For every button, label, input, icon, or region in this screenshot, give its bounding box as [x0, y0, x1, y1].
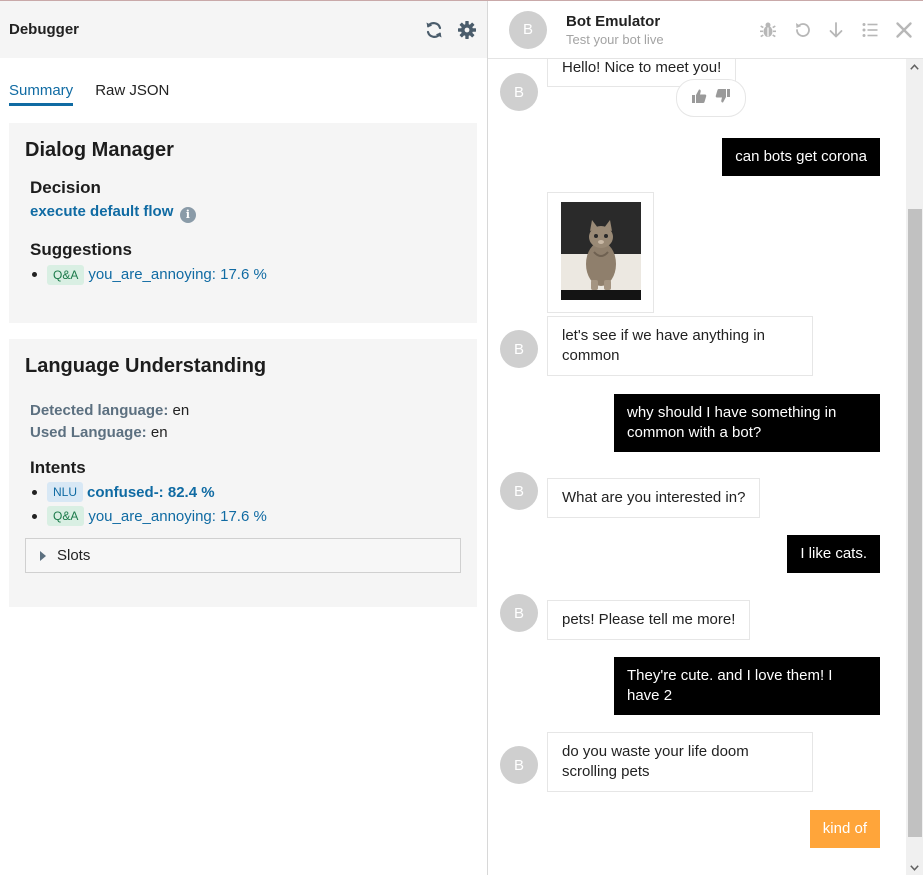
cat-image	[561, 202, 641, 300]
suggestions-heading: Suggestions	[30, 239, 133, 259]
scrollbar-thumb[interactable]	[908, 209, 922, 837]
bullet	[32, 272, 37, 277]
tab-summary[interactable]: Summary	[9, 82, 74, 106]
gear-icon[interactable]	[456, 19, 478, 41]
intent-text: you_are_annoying: 17.6 %	[88, 507, 267, 525]
used-language-value: en	[150, 424, 168, 441]
bot-message: let's see if we have anything in common	[547, 316, 813, 376]
debugger-header: Debugger	[0, 1, 487, 58]
emulator-title: Bot Emulator	[566, 12, 661, 30]
emulator-panel: B Bot Emulator Test your bot live B Hell…	[487, 1, 923, 875]
bot-avatar: B	[500, 472, 538, 510]
user-message: kind of	[809, 810, 880, 848]
qa-tag: Q&A	[47, 506, 85, 526]
scroll-up-icon[interactable]	[906, 59, 923, 75]
arrow-down-icon[interactable]	[825, 19, 847, 41]
close-icon[interactable]	[893, 19, 915, 41]
chat-transcript[interactable]: B Hello! Nice to meet you! can bots get …	[488, 59, 906, 875]
user-message: They're cute. and I love them! I have 2	[614, 657, 880, 715]
thumbs-down-icon[interactable]	[715, 88, 731, 109]
qa-tag: Q&A	[47, 264, 85, 285]
slots-label: Slots	[57, 547, 91, 564]
suggestion-text: you_are_annoying: 17.6 %	[88, 266, 267, 283]
feedback-pill	[676, 79, 746, 117]
detected-language: Detected language: en	[30, 402, 461, 419]
bot-avatar: B	[500, 746, 538, 784]
intent-text: confused-: 82.4 %	[87, 483, 215, 501]
user-message: why should I have something in common wi…	[614, 394, 880, 452]
caret-right-icon	[40, 550, 46, 561]
slots-toggle[interactable]: Slots	[25, 538, 461, 573]
app-window: Debugger Summary Raw JSON Dialog Manager…	[0, 0, 923, 875]
emulator-subtitle: Test your bot live	[566, 31, 664, 47]
undo-icon[interactable]	[791, 19, 813, 41]
list-item: Q&A you_are_annoying: 17.6 %	[32, 264, 461, 285]
intents-heading: Intents	[30, 458, 86, 477]
used-language: Used Language: en	[30, 424, 461, 441]
bullet	[32, 489, 37, 495]
language-understanding-card: Language Understanding Detected language…	[9, 339, 477, 607]
user-message: can bots get corona	[722, 138, 880, 176]
debugger-tabs: Summary Raw JSON	[0, 58, 487, 106]
language-understanding-title: Language Understanding	[25, 355, 267, 377]
decision-heading: Decision	[30, 178, 101, 197]
decision-value: execute default flow	[30, 203, 174, 220]
emulator-header: B Bot Emulator Test your bot live	[488, 1, 923, 59]
list-item: NLU confused-: 82.4 %	[32, 482, 461, 502]
bullet	[32, 513, 37, 519]
nlu-tag: NLU	[47, 482, 84, 502]
bot-avatar: B	[500, 594, 538, 632]
chat-scrollbar[interactable]	[906, 59, 923, 875]
bot-message: do you waste your life doom scrolling pe…	[547, 732, 813, 792]
image-card[interactable]	[547, 192, 654, 313]
bug-icon[interactable]	[757, 19, 779, 41]
list-icon[interactable]	[859, 19, 881, 41]
user-message: I like cats.	[787, 535, 880, 573]
dialog-manager-title: Dialog Manager	[25, 139, 174, 161]
info-icon[interactable]: i	[179, 206, 196, 223]
detected-language-label: Detected language:	[30, 402, 169, 419]
debugger-panel: Debugger Summary Raw JSON Dialog Manager…	[0, 1, 487, 875]
used-language-label: Used Language:	[30, 424, 147, 441]
detected-language-value: en	[172, 402, 190, 419]
list-item: Q&A you_are_annoying: 17.6 %	[32, 506, 461, 526]
thumbs-up-icon[interactable]	[691, 88, 707, 109]
bot-message: pets! Please tell me more!	[547, 600, 751, 640]
bot-avatar: B	[500, 73, 538, 111]
bot-message: What are you interested in?	[547, 478, 761, 518]
bot-avatar: B	[500, 330, 538, 368]
scroll-down-icon[interactable]	[906, 860, 923, 875]
tab-raw-json[interactable]: Raw JSON	[95, 82, 169, 106]
bot-avatar: B	[509, 10, 547, 49]
dialog-manager-card: Dialog Manager Decision execute default …	[9, 123, 477, 323]
debugger-title: Debugger	[9, 21, 80, 38]
refresh-icon[interactable]	[423, 19, 445, 41]
